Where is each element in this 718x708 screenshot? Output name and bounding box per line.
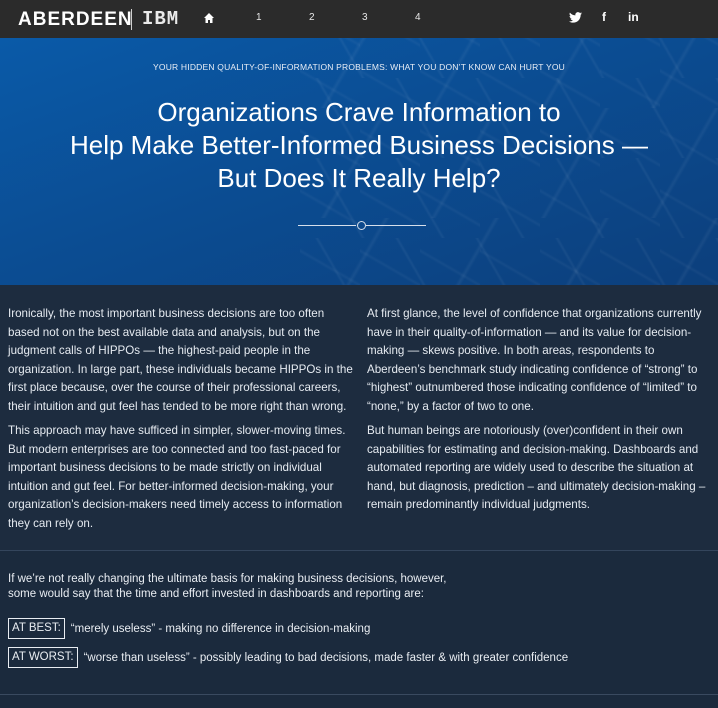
title-ornament: [357, 221, 366, 230]
ibm-logo[interactable]: IBM: [142, 8, 179, 30]
logo-divider: [131, 9, 132, 30]
title-rule-left: [298, 225, 356, 226]
at-best-text: “merely useless” - making no difference …: [70, 622, 371, 635]
title-line: But Does It Really Help?: [217, 163, 501, 193]
at-worst-text: “worse than useless” - possibly leading …: [83, 651, 569, 664]
paragraph: But human beings are notoriously (over)c…: [367, 424, 706, 511]
linkedin-icon[interactable]: in: [628, 10, 639, 24]
intro-line: some would say that the time and effort …: [8, 588, 424, 600]
left-column: Ironically, the most important business …: [8, 305, 353, 539]
top-navigation-bar: ABERDEEN IBM 1 2 3 4 f in: [0, 0, 718, 38]
nav-page-3[interactable]: 3: [362, 12, 368, 23]
at-worst-label: AT WORST:: [8, 647, 78, 668]
article-body: Ironically, the most important business …: [0, 285, 718, 550]
paragraph: At first glance, the level of confidence…: [367, 307, 702, 413]
right-column: At first glance, the level of confidence…: [367, 305, 712, 521]
at-worst-callout: AT WORST: “worse than useless” - possibl…: [8, 647, 568, 668]
aberdeen-logo[interactable]: ABERDEEN: [18, 9, 133, 31]
section-kicker: YOUR HIDDEN QUALITY-OF-INFORMATION PROBL…: [153, 62, 565, 72]
nav-page-1[interactable]: 1: [256, 12, 262, 23]
twitter-icon[interactable]: [569, 12, 582, 23]
at-best-callout: AT BEST: “merely useless” - making no di…: [8, 618, 370, 639]
conclusion-intro: If we’re not really changing the ultimat…: [8, 572, 688, 602]
at-best-label: AT BEST:: [8, 618, 65, 639]
intro-line: If we’re not really changing the ultimat…: [8, 573, 447, 585]
conclusion-section: If we’re not really changing the ultimat…: [0, 550, 718, 708]
title-rule-right: [366, 225, 426, 226]
paragraph: This approach may have sufficed in simpl…: [8, 424, 346, 530]
paragraph: Ironically, the most important business …: [8, 307, 353, 413]
facebook-icon[interactable]: f: [602, 10, 606, 24]
page-title: Organizations Crave Information to Help …: [20, 96, 698, 195]
title-line: Organizations Crave Information to: [157, 97, 561, 127]
section-divider: [0, 694, 718, 695]
nav-page-2[interactable]: 2: [309, 12, 315, 23]
title-line: Help Make Better-Informed Business Decis…: [69, 130, 648, 160]
nav-page-4[interactable]: 4: [415, 12, 421, 23]
home-icon[interactable]: [203, 12, 215, 24]
